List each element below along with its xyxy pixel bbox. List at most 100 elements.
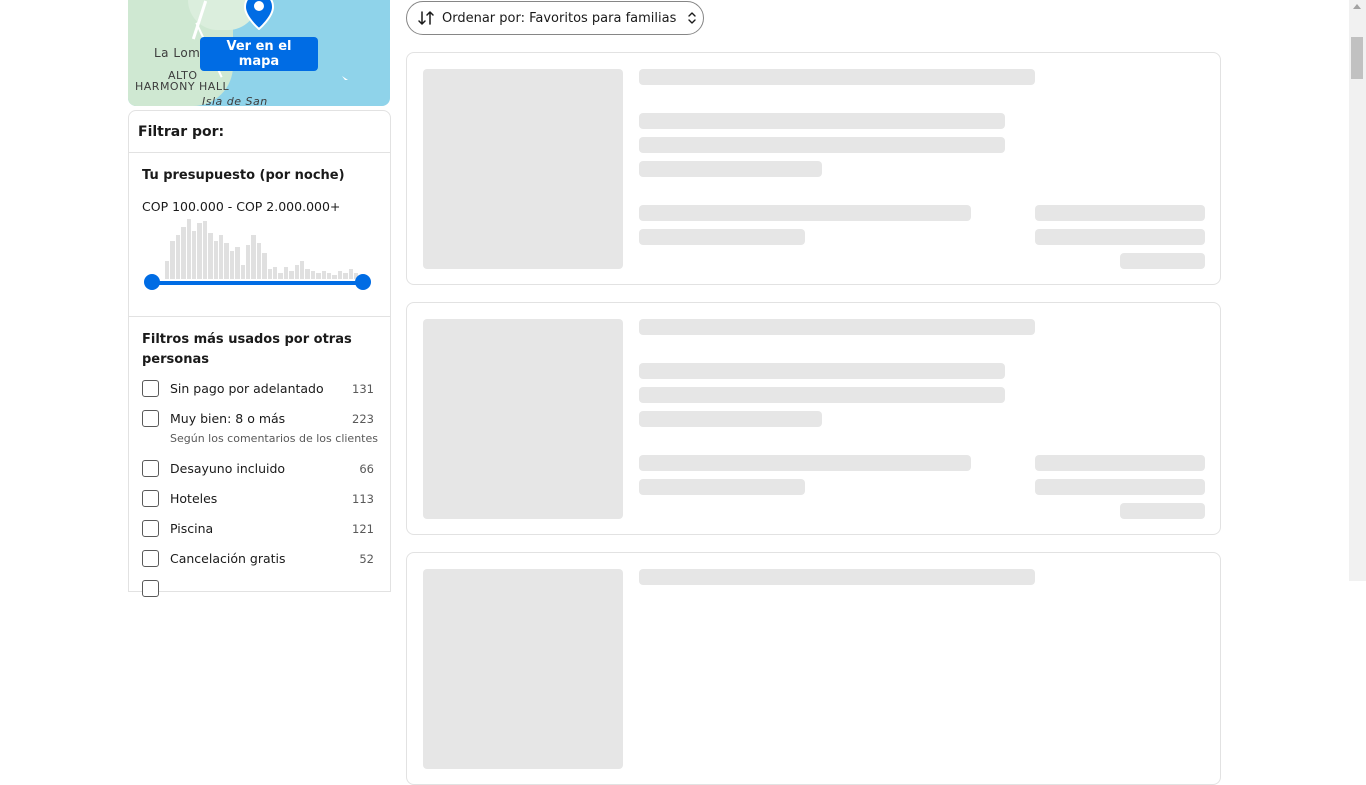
histogram-bar [246,245,251,279]
histogram-bar [321,271,326,279]
map-marker [342,76,348,80]
property-card-loading [406,52,1221,285]
skeleton-title [639,319,1035,335]
skeleton-title [639,569,1035,585]
price-histogram [165,219,365,279]
scroll-thumb[interactable] [1351,37,1363,79]
histogram-bar [213,241,218,279]
histogram-bar [305,269,310,279]
filter-sublabel: Según los comentarios de los clientes [170,432,378,445]
budget-range: COP 100.000 - COP 2.000.000+ [142,199,341,214]
filters-header: Filtrar por: [129,111,390,153]
skeleton-price [1035,205,1205,221]
property-card-loading [406,552,1221,785]
skeleton-price [1035,455,1205,471]
property-card-loading [406,302,1221,535]
filter-count: 66 [359,462,374,476]
checkbox[interactable] [142,460,159,477]
histogram-bar [224,243,229,279]
histogram-bar [219,235,224,279]
histogram-bar [186,219,191,279]
filter-item-partial[interactable] [142,580,374,602]
histogram-bar [310,271,316,279]
budget-slider-max-handle[interactable] [355,274,371,290]
skeleton-button [1120,253,1205,269]
chevron-updown-icon [688,12,697,24]
filter-label: Muy bien: 8 o más [170,411,286,426]
histogram-bar [294,265,299,279]
sort-button[interactable]: Ordenar por: Favoritos para familias [406,1,704,35]
histogram-bar [192,231,197,279]
filter-item-hotels[interactable]: Hoteles 113 [142,490,374,512]
popular-filters-title: Filtros más usados por otras personas [142,332,352,367]
sort-label: Ordenar por: Favoritos para familias [442,10,677,26]
page-scrollbar[interactable] [1349,0,1366,581]
filter-count: 131 [352,382,374,396]
budget-title: Tu presupuesto (por noche) [142,168,345,183]
location-pin-icon [244,0,274,30]
checkbox[interactable] [142,520,159,537]
filter-label: Desayuno incluido [170,461,286,476]
histogram-bar [197,223,202,279]
skeleton-image [423,319,623,519]
filter-item-breakfast[interactable]: Desayuno incluido 66 [142,460,374,482]
filter-label: Hoteles [170,491,218,506]
view-on-map-button[interactable]: Ver en el mapa [200,37,318,71]
scroll-up-arrow-icon[interactable] [1353,4,1361,9]
skeleton-line [639,411,822,427]
histogram-bar [208,233,213,279]
histogram-bar [165,261,170,279]
histogram-bar [256,243,262,279]
histogram-bar [316,273,321,279]
map-label-harmony-hall: HARMONY HALL [135,80,230,93]
skeleton-image [423,569,623,769]
skeleton-line [639,161,822,177]
histogram-bar [235,247,240,279]
skeleton-line [639,137,1005,153]
checkbox[interactable] [142,580,159,597]
filter-item-very-good[interactable]: Muy bien: 8 o más 223 Según los comentar… [142,410,378,450]
histogram-bar [289,271,294,279]
filter-count: 113 [352,492,374,506]
skeleton-title [639,69,1035,85]
skeleton-line [639,229,805,245]
sort-arrows-icon [418,11,434,25]
histogram-bar [251,235,256,279]
histogram-bar [202,221,208,279]
filter-label: Piscina [170,521,214,536]
skeleton-line [639,479,805,495]
filter-item-free-cancellation[interactable]: Cancelación gratis 52 [142,550,374,572]
skeleton-price [1035,229,1205,245]
skeleton-line [639,455,971,471]
skeleton-line [639,387,1005,403]
histogram-bar [283,267,289,279]
section-divider [129,316,390,317]
checkbox[interactable] [142,410,159,427]
histogram-bar [175,235,181,279]
budget-slider-track[interactable] [151,281,364,285]
histogram-bar [273,267,278,279]
filter-item-pool[interactable]: Piscina 121 [142,520,374,542]
budget-slider-min-handle[interactable] [144,274,160,290]
checkbox[interactable] [142,380,159,397]
histogram-bar [240,265,245,279]
skeleton-image [423,69,623,269]
map-label-la-loma: La Lom [154,46,201,60]
histogram-bar [181,227,186,279]
filter-item-no-prepayment[interactable]: Sin pago por adelantado 131 [142,380,374,402]
skeleton-line [639,205,971,221]
histogram-bar [278,273,283,279]
filter-label: Cancelación gratis [170,551,286,566]
filter-count: 121 [352,522,374,536]
histogram-bar [229,251,235,279]
histogram-bar [327,273,332,279]
filter-count: 223 [352,412,374,426]
skeleton-button [1120,503,1205,519]
histogram-bar [170,241,175,279]
skeleton-price [1035,479,1205,495]
skeleton-line [639,113,1005,129]
checkbox[interactable] [142,550,159,567]
histogram-bar [262,253,267,279]
histogram-bar [267,269,272,279]
checkbox[interactable] [142,490,159,507]
